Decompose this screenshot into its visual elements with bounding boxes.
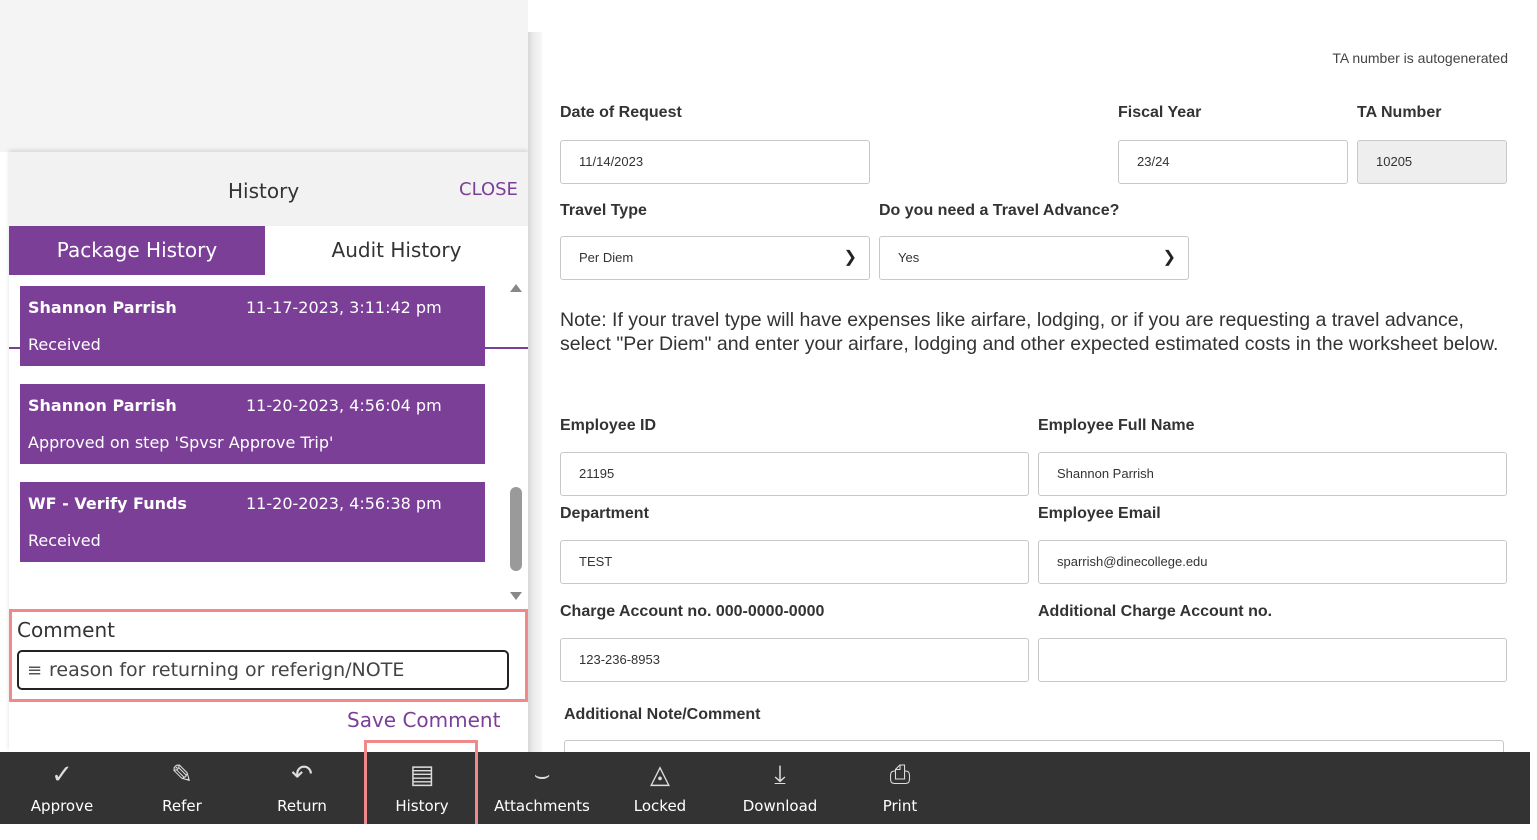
entry-action: Received — [28, 335, 101, 354]
left-pane-background — [0, 0, 528, 152]
entry-actor: Shannon Parrish — [28, 396, 177, 415]
addl-charge-account-field[interactable] — [1038, 638, 1507, 682]
travel-type-select[interactable]: Per Diem ❯ — [560, 236, 870, 280]
return-icon: ↶ — [291, 760, 313, 790]
lock-icon: ◬ — [650, 760, 670, 790]
department-label: Department — [560, 505, 649, 522]
employee-name-label: Employee Full Name — [1038, 417, 1195, 434]
save-comment-button[interactable]: Save Comment — [347, 708, 500, 732]
attachments-label: Attachments — [494, 797, 590, 815]
history-entry: Shannon Parrish 11-20-2023, 4:56:04 pm A… — [20, 384, 485, 464]
download-icon: ⤓ — [774, 760, 786, 790]
locked-label: Locked — [633, 797, 687, 815]
scroll-down-arrow-icon[interactable] — [510, 592, 522, 600]
fiscal-year-label: Fiscal Year — [1118, 104, 1202, 121]
history-entry: Shannon Parrish 11-17-2023, 3:11:42 pm R… — [20, 286, 485, 366]
download-label: Download — [742, 797, 818, 815]
entries-scrollbar[interactable] — [509, 284, 523, 600]
department-field[interactable]: TEST — [560, 540, 1029, 584]
travel-type-note: Note: If your travel type will have expe… — [560, 309, 1499, 355]
tab-audit-history[interactable]: Audit History — [265, 226, 528, 275]
charge-account-label: Charge Account no. 000-0000-0000 — [560, 603, 825, 620]
addl-note-label: Additional Note/Comment — [564, 706, 761, 723]
chevron-down-icon: ❯ — [843, 249, 857, 266]
printer-icon: ⎙ — [889, 760, 911, 790]
bottom-toolbar: ✓ Approve ✎ Refer ↶ Return ▤ History ⌣ A… — [0, 752, 1530, 824]
text-entry-icon: ≡ — [27, 660, 43, 681]
history-tabs: Package History Audit History — [9, 226, 528, 349]
travel-type-value: Per Diem — [579, 250, 634, 265]
history-header: History CLOSE — [9, 152, 528, 226]
employee-id-label: Employee ID — [560, 417, 657, 434]
history-title: History — [228, 179, 300, 203]
employee-email-label: Employee Email — [1038, 505, 1161, 522]
attachments-button[interactable]: ⌣ Attachments — [482, 752, 602, 824]
paperclip-icon: ⌣ — [533, 760, 551, 790]
employee-email-field[interactable]: sparrish@dinecollege.edu — [1038, 540, 1507, 584]
fiscal-year-field[interactable]: 23/24 — [1118, 140, 1348, 184]
comment-section: Comment ≡ reason for returning or referig… — [9, 609, 528, 702]
return-button[interactable]: ↶ Return — [242, 752, 362, 824]
entry-timestamp: 11-20-2023, 4:56:38 pm — [246, 494, 442, 513]
tab-package-history[interactable]: Package History — [9, 226, 265, 275]
ta-number-field: 10205 — [1357, 140, 1507, 184]
travel-type-label: Travel Type — [560, 202, 647, 219]
approve-label: Approve — [30, 797, 94, 815]
addl-charge-account-label: Additional Charge Account no. — [1038, 603, 1273, 620]
history-button[interactable]: ▤ History — [362, 752, 482, 824]
scroll-thumb[interactable] — [510, 487, 522, 571]
ta-number-label: TA Number — [1357, 104, 1442, 121]
check-icon: ✓ — [51, 760, 73, 790]
comment-input[interactable]: ≡ reason for returning or referign/NOTE — [17, 650, 509, 690]
history-entries-list[interactable]: Shannon Parrish 11-17-2023, 3:11:42 pm R… — [9, 275, 528, 599]
chevron-down-icon: ❯ — [1162, 249, 1176, 266]
comment-label: Comment — [17, 618, 115, 642]
travel-advance-value: Yes — [898, 250, 920, 265]
history-entry: WF - Verify Funds 11-20-2023, 4:56:38 pm… — [20, 482, 485, 562]
date-of-request-label: Date of Request — [560, 104, 682, 121]
charge-account-field[interactable]: 123-236-8953 — [560, 638, 1029, 682]
return-label: Return — [277, 797, 327, 815]
print-button[interactable]: ⎙ Print — [840, 752, 960, 824]
history-label: History — [395, 797, 449, 815]
scroll-up-arrow-icon[interactable] — [510, 284, 522, 292]
entry-actor: WF - Verify Funds — [28, 494, 187, 513]
date-of-request-field[interactable]: 11/14/2023 — [560, 140, 870, 184]
travel-advance-select[interactable]: Yes ❯ — [879, 236, 1189, 280]
autogen-note: TA number is autogenerated — [1332, 50, 1508, 66]
close-button[interactable]: CLOSE — [459, 179, 518, 200]
employee-name-field[interactable]: Shannon Parrish — [1038, 452, 1507, 496]
entry-actor: Shannon Parrish — [28, 298, 177, 317]
locked-button[interactable]: ◬ Locked — [600, 752, 720, 824]
download-button[interactable]: ⤓ Download — [720, 752, 840, 824]
left-pane: History CLOSE Package History Audit Hist… — [0, 0, 528, 752]
refer-button[interactable]: ✎ Refer — [122, 752, 242, 824]
employee-id-field[interactable]: 21195 — [560, 452, 1029, 496]
history-icon: ▤ — [409, 760, 435, 790]
history-panel: History CLOSE Package History Audit Hist… — [9, 152, 528, 752]
refer-icon: ✎ — [171, 760, 193, 790]
entry-action: Received — [28, 531, 101, 550]
entry-timestamp: 11-20-2023, 4:56:04 pm — [246, 396, 442, 415]
page-bottom-strip — [0, 824, 1537, 840]
refer-label: Refer — [162, 797, 202, 815]
comment-input-text: reason for returning or referign/NOTE — [49, 659, 405, 681]
print-label: Print — [882, 797, 918, 815]
travel-advance-label: Do you need a Travel Advance? — [879, 202, 1120, 219]
entry-timestamp: 11-17-2023, 3:11:42 pm — [246, 298, 442, 317]
entry-action: Approved on step 'Spvsr Approve Trip' — [28, 433, 334, 452]
travel-request-form: TA number is autogenerated Date of Reque… — [542, 0, 1537, 772]
approve-button[interactable]: ✓ Approve — [2, 752, 122, 824]
pane-divider — [528, 32, 542, 752]
